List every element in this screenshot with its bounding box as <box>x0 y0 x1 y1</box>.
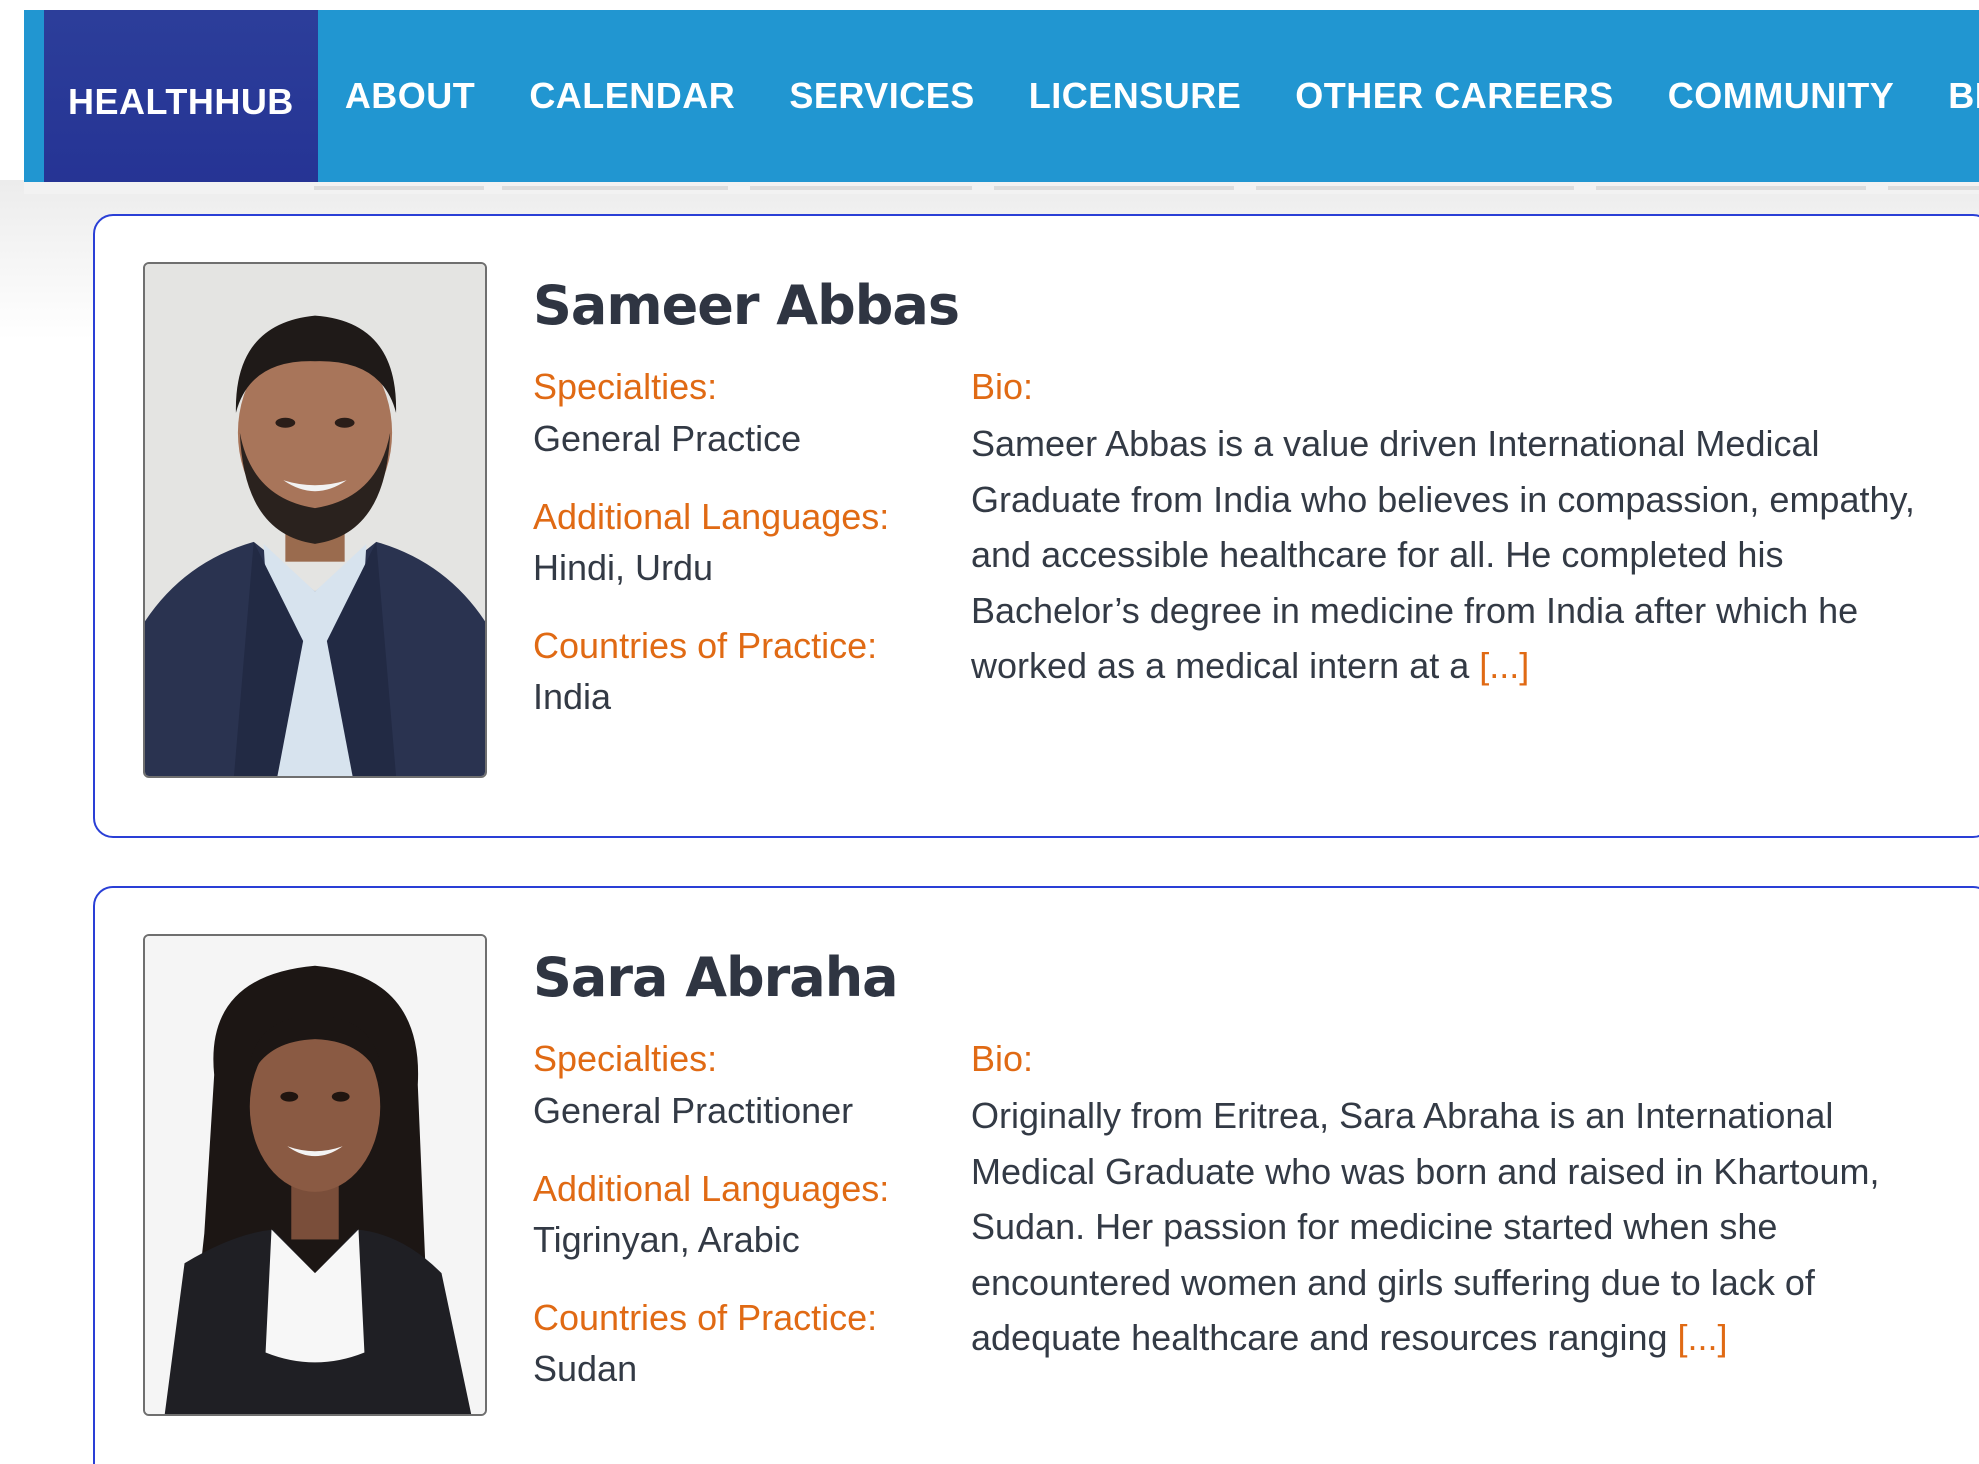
bio-body: Sameer Abbas is a value driven Internati… <box>971 423 1915 686</box>
nav-item-calendar[interactable]: CALENDAR <box>502 10 762 182</box>
specialties-value: General Practice <box>533 418 802 459</box>
nav-item-services[interactable]: SERVICES <box>762 10 1001 182</box>
languages-label: Additional Languages: <box>533 496 890 537</box>
specialties-value: General Practitioner <box>533 1090 854 1131</box>
languages-value: Tigrinyan, Arabic <box>533 1219 800 1260</box>
read-more-link[interactable]: [...] <box>1678 1317 1728 1358</box>
specialties-label: Specialties: <box>533 1038 718 1079</box>
bio-body: Originally from Eritrea, Sara Abraha is … <box>971 1095 1880 1358</box>
read-more-link[interactable]: [...] <box>1479 645 1529 686</box>
profile-card: Sameer Abbas Specialties: General Practi… <box>93 214 1979 838</box>
profile-name[interactable]: Sameer Abbas <box>533 274 960 337</box>
nav-underline <box>24 182 1979 194</box>
languages-label: Additional Languages: <box>533 1168 890 1209</box>
person-portrait-icon <box>145 936 485 1414</box>
nav-item-licensure[interactable]: LICENSURE <box>1002 10 1269 182</box>
bio-text: Sameer Abbas is a value driven Internati… <box>971 416 1921 694</box>
profile-card: Sara Abraha Specialties: General Practit… <box>93 886 1979 1464</box>
bio-text: Originally from Eritrea, Sara Abraha is … <box>971 1088 1921 1366</box>
countries-value: Sudan <box>533 1348 638 1389</box>
bio-label: Bio: <box>971 1038 1034 1079</box>
page: HEALTHHUB ABOUT CALENDAR SERVICES LICENS… <box>0 0 1979 1464</box>
nav-item-healthhub[interactable]: HEALTHHUB <box>44 10 318 182</box>
languages-value: Hindi, Urdu <box>533 547 714 588</box>
specialties-label: Specialties: <box>533 366 718 407</box>
person-portrait-icon <box>145 264 485 776</box>
nav-item-other-careers[interactable]: OTHER CAREERS <box>1268 10 1641 182</box>
nav-item-about[interactable]: ABOUT <box>318 10 503 182</box>
countries-value: India <box>533 676 612 717</box>
bio-label: Bio: <box>971 366 1034 407</box>
main-nav: HEALTHHUB ABOUT CALENDAR SERVICES LICENS… <box>24 10 1979 182</box>
countries-label: Countries of Practice: <box>533 625 878 666</box>
nav-item-blog[interactable]: BLOG <box>1921 10 1979 182</box>
profile-photo[interactable] <box>143 262 487 778</box>
profile-photo[interactable] <box>143 934 487 1416</box>
countries-label: Countries of Practice: <box>533 1297 878 1338</box>
nav-item-community[interactable]: COMMUNITY <box>1641 10 1921 182</box>
profile-name[interactable]: Sara Abraha <box>533 946 899 1009</box>
